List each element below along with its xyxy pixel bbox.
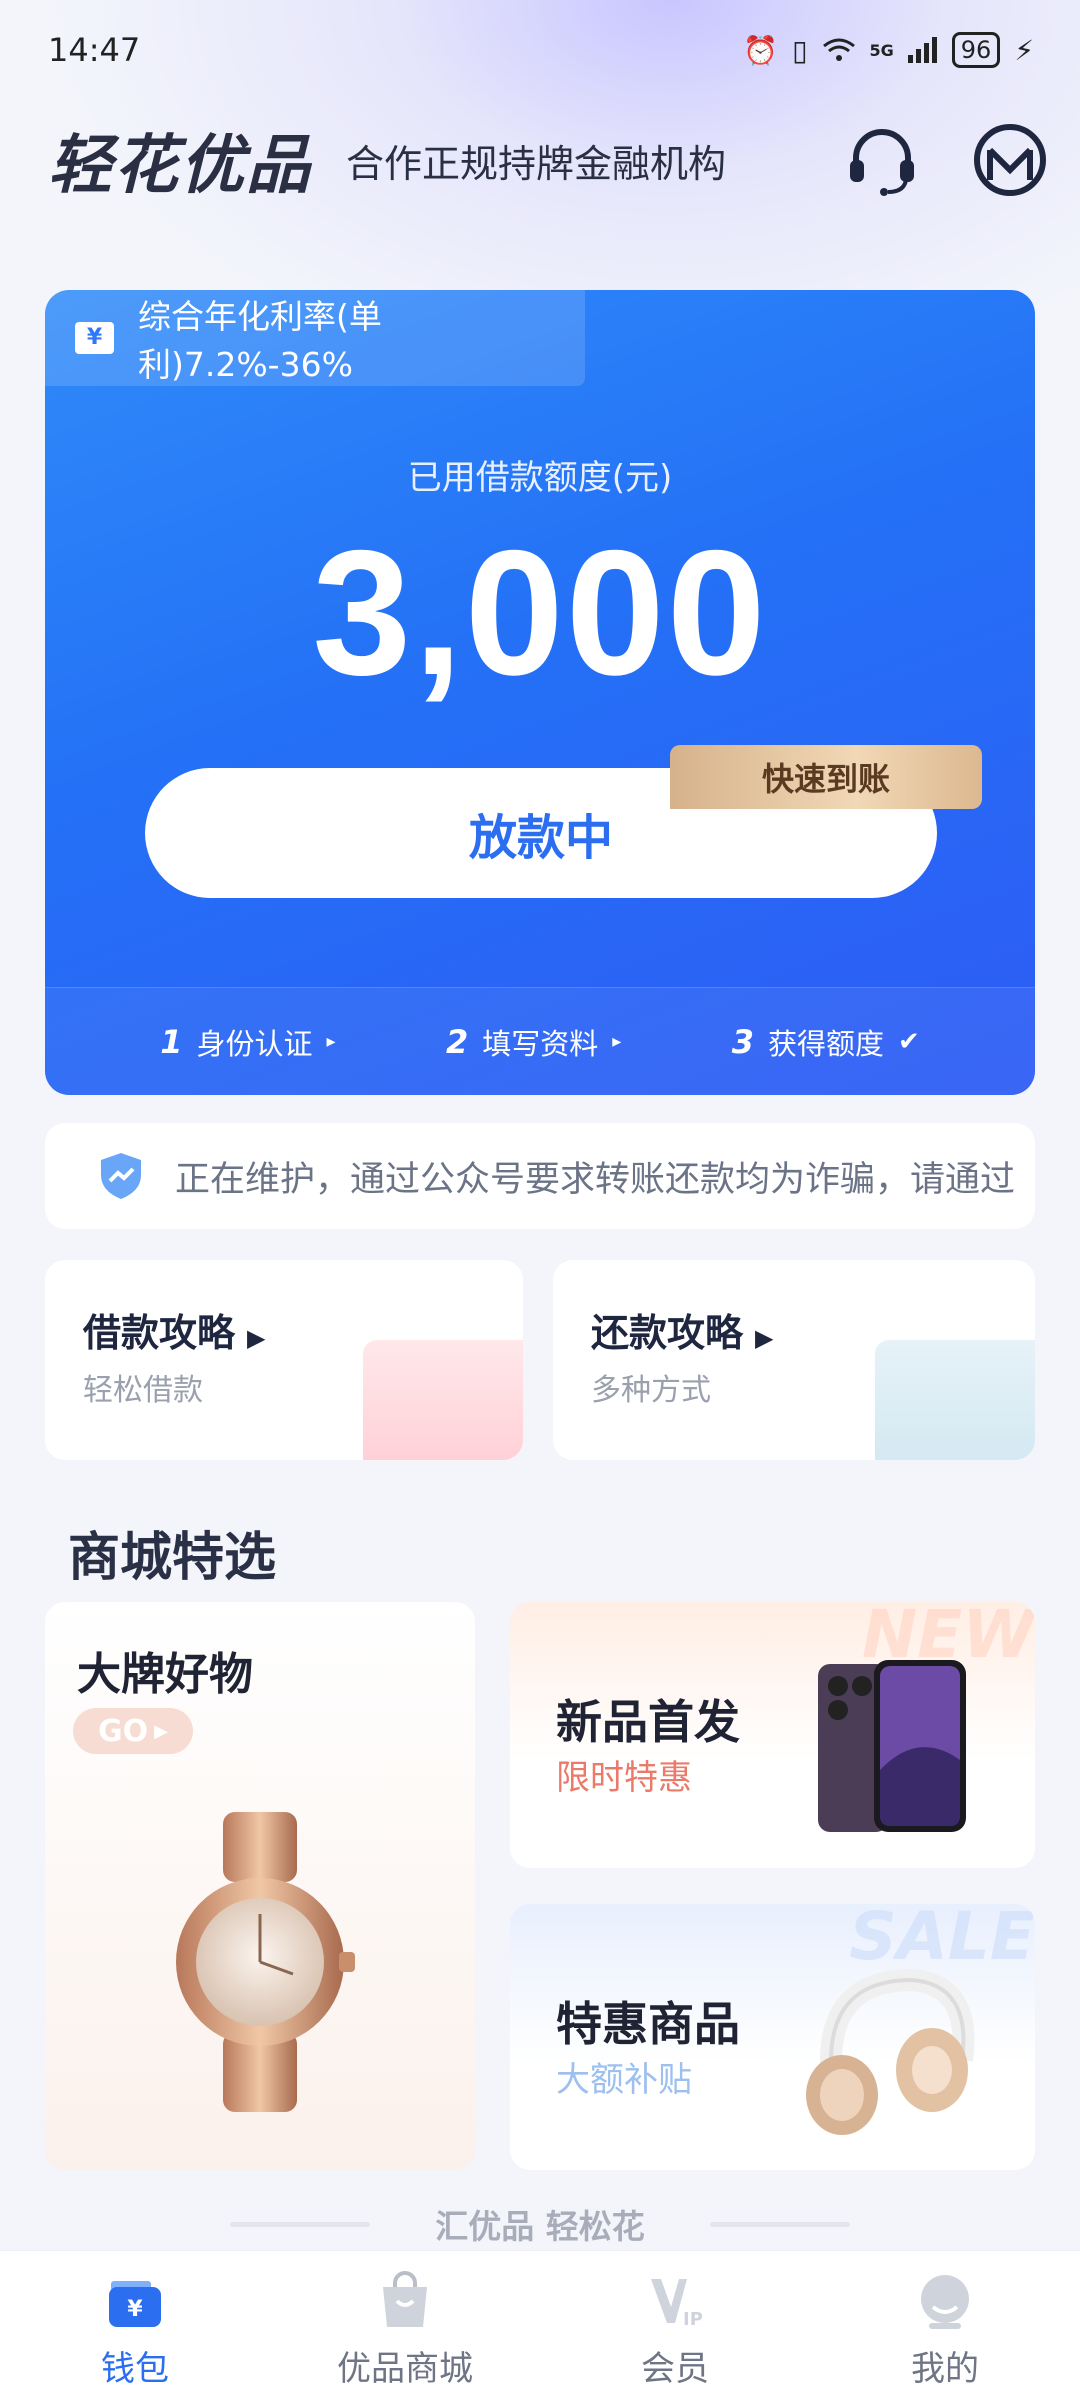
- app-header: 轻花优品 合作正规持牌金融机构: [48, 110, 1048, 210]
- step-label: 获得额度: [767, 1026, 884, 1061]
- nav-wallet[interactable]: ¥ 钱包: [35, 2271, 235, 2390]
- special-deals-title: 特惠商品: [556, 1997, 740, 2051]
- brand-goods-title: 大牌好物: [77, 1649, 253, 1700]
- alarm-icon: ⏰: [743, 33, 779, 67]
- repay-guide-card[interactable]: 还款攻略 ▶ 多种方式: [553, 1260, 1035, 1460]
- shield-icon: [101, 1153, 141, 1199]
- nav-label: 会员: [641, 2349, 709, 2389]
- ticket-icon: ¥: [75, 322, 114, 354]
- special-deals-subtitle: 大额补贴: [556, 2060, 692, 2100]
- wallet-icon: ¥: [109, 2281, 161, 2327]
- step-number: 2: [445, 1022, 469, 1061]
- status-bar: 14:47 ⏰ ▯ 5G 96 ⚡: [0, 0, 1080, 100]
- new-products-card[interactable]: NEW 新品首发 限时特惠: [510, 1602, 1035, 1868]
- repay-guide-subtitle: 多种方式: [591, 1373, 711, 1408]
- notice-text: 正在维护，通过公众号要求转账还款均为诈骗，请通过: [175, 1159, 1016, 1200]
- status-time: 14:47: [48, 31, 141, 69]
- repay-guide-title: 还款攻略 ▶: [591, 1311, 774, 1355]
- loan-card: ¥ 综合年化利率(单利)7.2%-36% 已用借款额度(元) 3,000 放款中…: [45, 290, 1035, 1095]
- check-icon: ✔: [897, 1026, 920, 1057]
- message-icon[interactable]: [972, 122, 1048, 198]
- nav-vip[interactable]: IP 会员: [575, 2271, 775, 2390]
- nav-label: 我的: [911, 2349, 979, 2389]
- brand-goods-card[interactable]: 大牌好物 GO ▶: [45, 1602, 475, 2170]
- go-button[interactable]: GO ▶: [73, 1708, 193, 1754]
- calendar-illustration: [875, 1340, 1035, 1460]
- header-actions: [844, 122, 1048, 198]
- bottom-nav: ¥ 钱包 优品商城 IP 会员 我的: [0, 2250, 1080, 2400]
- customer-service-icon[interactable]: [844, 122, 920, 198]
- status-icons: ⏰ ▯ 5G 96 ⚡: [743, 32, 1034, 68]
- step-label: 身份认证: [196, 1026, 313, 1061]
- wifi-icon: [822, 38, 855, 61]
- shopping-bag-icon: [383, 2271, 427, 2327]
- loan-steps: 1 身份认证 ▸ 2 填写资料 ▸ 3 获得额度 ✔: [45, 987, 1035, 1095]
- rate-tag: ¥ 综合年化利率(单利)7.2%-36%: [45, 290, 585, 386]
- header-subtitle: 合作正规持牌金融机构: [346, 141, 727, 186]
- signal-icon: [907, 37, 937, 63]
- nav-profile[interactable]: 我的: [845, 2271, 1045, 2390]
- borrow-guide-card[interactable]: 借款攻略 ▶ 轻松借款: [45, 1260, 523, 1460]
- app-logo: 轻花优品: [48, 129, 312, 203]
- arrow-right-icon: ▸: [326, 1031, 336, 1052]
- wallet-illustration: [363, 1340, 523, 1460]
- amount-label: 已用借款额度(元): [407, 458, 673, 498]
- fast-arrival-badge: 快速到账: [670, 745, 982, 809]
- notice-bar[interactable]: 正在维护，通过公众号要求转账还款均为诈骗，请通过: [45, 1123, 1035, 1229]
- tagline: 汇优品 轻松花: [435, 2207, 645, 2246]
- watch-image: [176, 1812, 355, 2112]
- step-number: 1: [160, 1022, 183, 1061]
- borrow-guide-subtitle: 轻松借款: [83, 1373, 203, 1408]
- step-info: 2 填写资料 ▸: [446, 1021, 621, 1063]
- network-label: 5G: [869, 40, 894, 60]
- nav-label: 钱包: [101, 2349, 169, 2389]
- headphones-image: [806, 1968, 975, 2135]
- new-products-title: 新品首发: [556, 1695, 740, 1749]
- step-identity: 1 身份认证 ▸: [160, 1021, 335, 1063]
- special-deals-card[interactable]: SALE 特惠商品 大额补贴: [510, 1904, 1035, 2170]
- loan-amount: 3,000: [312, 513, 768, 712]
- arrow-right-icon: ▸: [612, 1031, 622, 1052]
- step-label: 填写资料: [482, 1026, 599, 1061]
- vibrate-icon: ▯: [792, 33, 808, 67]
- nav-mall[interactable]: 优品商城: [305, 2271, 505, 2390]
- step-quota: 3 获得额度 ✔: [732, 1021, 920, 1063]
- charging-icon: ⚡: [1014, 33, 1034, 67]
- new-products-subtitle: 限时特惠: [556, 1758, 692, 1798]
- battery-indicator: 96: [951, 32, 1001, 68]
- phone-image: [818, 1660, 966, 1832]
- vip-icon: IP: [651, 2279, 703, 2330]
- borrow-guide-title: 借款攻略 ▶: [83, 1311, 266, 1355]
- svg-text:¥: ¥: [127, 2297, 143, 2322]
- tagline-divider-right: [710, 2222, 850, 2227]
- nav-label: 优品商城: [337, 2349, 473, 2389]
- svg-text:IP: IP: [683, 2309, 703, 2330]
- mall-section-title: 商城特选: [68, 1528, 277, 1588]
- rate-text: 综合年化利率(单利)7.2%-36%: [137, 297, 382, 384]
- profile-icon: [921, 2275, 969, 2329]
- step-number: 3: [731, 1022, 754, 1061]
